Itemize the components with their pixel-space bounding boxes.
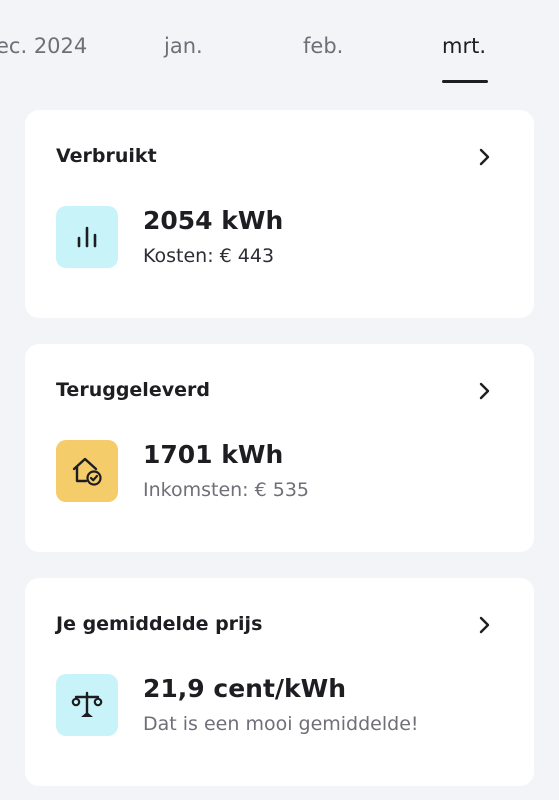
bar-chart-icon (77, 226, 97, 248)
house-check-icon (72, 457, 102, 486)
scale-icon (71, 691, 103, 717)
month-tabs: ec. 2024 jan. feb. mrt. (0, 0, 559, 100)
card-title: Teruggeleverd (56, 379, 210, 401)
average-price-value: 21,9 cent/kWh (143, 674, 347, 703)
consumption-card[interactable]: Verbruikt 2054 kWh Kosten: € 443 (25, 110, 534, 318)
scale-icon-box (56, 674, 118, 736)
card-title: Verbruikt (56, 145, 157, 167)
average-price-card[interactable]: Je gemiddelde prijs 21,9 cent/kWh Dat is… (25, 578, 534, 786)
returned-value: 1701 kWh (143, 440, 284, 469)
consumption-value: 2054 kWh (143, 206, 284, 235)
tab-jan[interactable]: jan. (164, 34, 203, 58)
chevron-right-icon (479, 382, 490, 400)
house-check-icon-box (56, 440, 118, 502)
average-price-note: Dat is een mooi gemiddelde! (143, 713, 419, 735)
chevron-right-icon (479, 148, 490, 166)
tab-mrt[interactable]: mrt. (442, 34, 486, 58)
returned-income: Inkomsten: € 535 (143, 479, 310, 501)
returned-card[interactable]: Teruggeleverd 1701 kWh Inkomsten: € 535 (25, 344, 534, 552)
chevron-right-icon (479, 616, 490, 634)
card-title: Je gemiddelde prijs (56, 613, 263, 635)
tab-dec-2024[interactable]: ec. 2024 (0, 34, 87, 58)
bar-chart-icon-box (56, 206, 118, 268)
consumption-costs: Kosten: € 443 (143, 245, 275, 267)
active-tab-indicator (442, 80, 488, 83)
tab-feb[interactable]: feb. (303, 34, 343, 58)
